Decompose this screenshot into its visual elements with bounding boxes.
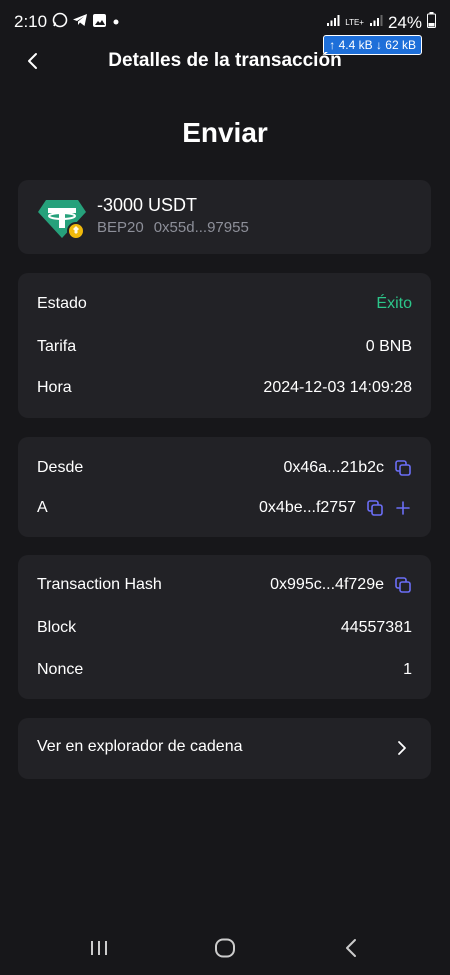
nonce-value: 1 — [403, 661, 412, 678]
token-card — [18, 180, 431, 254]
status-time: 2:10 — [14, 12, 48, 31]
hash-value-group: 0x995c...4f729e — [270, 576, 412, 594]
transaction-type-heading: Enviar — [182, 117, 268, 148]
hash-value: 0x995c...4f729e — [270, 576, 384, 593]
time-value: 2024-12-03 14:09:28 — [263, 379, 412, 396]
fee-value: 0 BNB — [365, 338, 412, 355]
dot-icon — [111, 13, 121, 31]
recent-apps-button[interactable] — [86, 936, 112, 960]
from-address: 0x46a...21b2c — [283, 459, 384, 476]
status-right: LTE+ 24% — [326, 12, 436, 33]
explorer-label: Ver en explorador de cadena — [37, 738, 243, 755]
copy-from-button[interactable] — [394, 459, 412, 477]
home-icon — [215, 938, 235, 958]
system-back-button[interactable] — [338, 936, 364, 960]
copy-to-button[interactable] — [366, 499, 384, 517]
token-network-address: BEP20 0x55d...97955 — [97, 219, 249, 236]
notification-icons — [52, 12, 121, 32]
gallery-icon — [92, 13, 107, 32]
to-address: 0x4be...f2757 — [259, 499, 356, 516]
block-label: Block — [37, 619, 77, 636]
status-label: Estado — [37, 295, 87, 312]
view-in-explorer-button[interactable]: Ver en explorador de cadena — [18, 718, 431, 779]
time-row: Hora 2024-12-03 14:09:28 — [18, 376, 431, 400]
home-button[interactable] — [212, 936, 238, 960]
token-network: BEP20 — [97, 219, 144, 236]
plus-icon — [396, 501, 410, 515]
cell-signal-icon — [369, 13, 383, 32]
nonce-row: Nonce 1 — [18, 658, 431, 682]
status-value: Éxito — [376, 295, 412, 312]
from-row: Desde 0x46a...21b2c — [18, 456, 431, 480]
lte-label: LTE+ — [345, 18, 364, 27]
status-bar: 2:10 LTE+ 24% ↑ 4.4 kB ↓ 62 kB — [0, 0, 450, 55]
copy-icon — [395, 460, 411, 476]
to-row: A 0x4be...f2757 — [18, 496, 431, 520]
system-nav-bar — [0, 930, 450, 966]
page-title: Detalles de la transacción — [108, 50, 342, 71]
wifi-signal-icon — [326, 13, 340, 32]
address-card: Desde 0x46a...21b2c A 0x4be...f2757 — [18, 437, 431, 537]
nonce-label: Nonce — [37, 661, 84, 678]
copy-icon — [367, 500, 383, 516]
chevron-right-icon — [398, 741, 406, 755]
from-value-group: 0x46a...21b2c — [283, 459, 412, 477]
from-label: Desde — [37, 459, 84, 476]
hash-card: Transaction Hash 0x995c...4f729e Block 4… — [18, 555, 431, 699]
back-arrow-icon — [346, 939, 356, 957]
hash-row: Transaction Hash 0x995c...4f729e — [18, 573, 431, 597]
whatsapp-icon — [52, 12, 68, 32]
status-card: Estado Éxito Tarifa 0 BNB Hora 2024-12-0… — [18, 273, 431, 418]
token-amount: -3000 USDT — [97, 195, 198, 215]
to-value-group: 0x4be...f2757 — [259, 499, 412, 517]
telegram-icon — [72, 12, 88, 32]
time-label: Hora — [37, 379, 72, 396]
copy-icon — [395, 577, 411, 593]
block-row: Block 44557381 — [18, 616, 431, 640]
copy-hash-button[interactable] — [394, 576, 412, 594]
fee-row: Tarifa 0 BNB — [18, 335, 431, 359]
hash-label: Transaction Hash — [37, 576, 162, 593]
battery-percent: 24% — [387, 12, 422, 32]
tether-usdt-icon — [38, 198, 92, 242]
recent-apps-icon — [91, 941, 107, 955]
add-contact-button[interactable] — [394, 499, 412, 517]
block-value: 44557381 — [340, 619, 412, 636]
token-contract-address: 0x55d...97955 — [153, 219, 249, 236]
status-row: Estado Éxito — [18, 292, 431, 316]
fee-label: Tarifa — [37, 338, 77, 355]
to-label: A — [37, 499, 48, 516]
battery-icon — [427, 12, 436, 33]
